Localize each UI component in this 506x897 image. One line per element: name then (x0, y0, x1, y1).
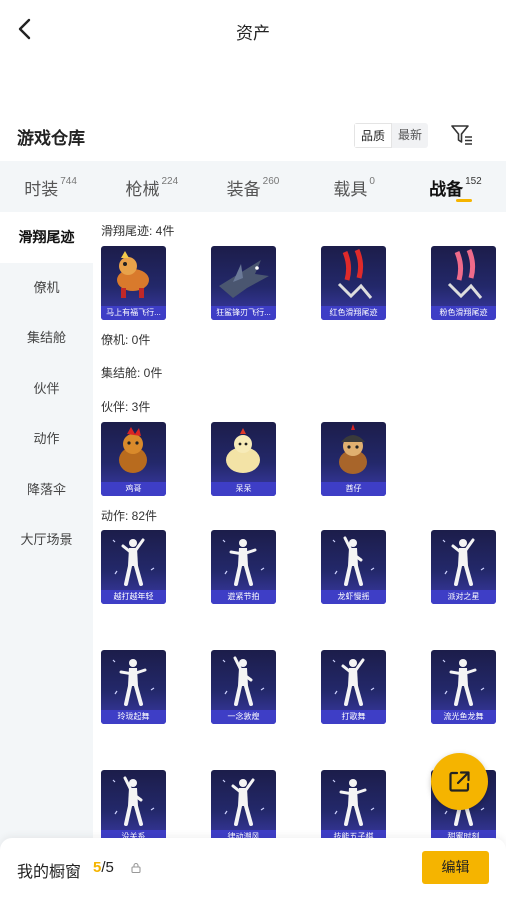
item-card[interactable]: 遊紧节拍 (211, 530, 276, 604)
item-card[interactable]: 红色滑翔尾迹 (321, 246, 386, 320)
dancer-emote-icon (112, 538, 155, 586)
item-label: 玲珑起舞 (101, 710, 166, 724)
share-fab[interactable] (431, 753, 488, 810)
tab-count: 224 (161, 176, 179, 188)
item-card[interactable]: 派对之星 (431, 530, 496, 604)
tab-count: 260 (262, 176, 280, 188)
item-label: 狂鲨锋刃飞行... (211, 306, 276, 320)
pink-trail-icon (447, 249, 483, 299)
item-label: 马上有福飞行... (101, 306, 166, 320)
sidebar-item-glide-trail[interactable]: 滑翔尾迹 (0, 212, 93, 263)
showcase-bar: 我的橱窗 5/5 编辑 (0, 838, 506, 897)
dancer-emote-icon (222, 539, 265, 586)
showcase-label: 我的橱窗 (17, 864, 82, 881)
active-tab-indicator (456, 199, 473, 202)
dancer-emote-icon (222, 656, 265, 706)
item-card[interactable]: 打歌舞 (321, 650, 386, 724)
filter-icon[interactable] (450, 123, 474, 147)
sidebar-item-partner[interactable]: 伙伴 (0, 364, 93, 415)
sidebar-item-emote[interactable]: 动作 (0, 414, 93, 465)
tab-vehicles[interactable]: 载具 0 (304, 161, 405, 212)
item-card[interactable]: 越打越年轻 (101, 530, 166, 604)
edit-button[interactable]: 编辑 (422, 851, 489, 884)
dancer-emote-icon (332, 658, 375, 706)
tab-equipment[interactable]: 装备 260 (202, 161, 303, 212)
assets-page: 资产 游戏仓库 品质 最新 时装 744 枪械 224 装备 260 载具 0 战备 15… (0, 0, 506, 897)
item-label: 粉色滑翔尾迹 (431, 306, 496, 320)
chick-partner-icon (226, 428, 260, 473)
item-label: 一念敦煌 (211, 710, 276, 724)
tab-battle-prep[interactable]: 战备 152 (405, 161, 506, 212)
showcase-count-total: /5 (101, 859, 114, 876)
dancer-emote-icon (222, 778, 265, 826)
item-label: 呆呆 (211, 482, 276, 496)
dancer-emote-icon (332, 536, 375, 586)
item-label: 龙虾慢摇 (321, 590, 386, 604)
lock-icon (131, 862, 141, 873)
item-label: 遊紧节拍 (211, 590, 276, 604)
page-title: 资产 (236, 24, 270, 43)
warehouse-title: 游戏仓库 (17, 129, 85, 148)
helmet-partner-icon (339, 424, 367, 474)
dancer-emote-icon (442, 659, 485, 706)
sidebar-item-lobby-scene[interactable]: 大厅场景 (0, 515, 93, 566)
tab-count: 152 (465, 176, 482, 188)
sidebar-item-parachute[interactable]: 降落伞 (0, 465, 93, 516)
item-card[interactable]: 呆呆 (211, 422, 276, 496)
tab-label: 装备 (226, 180, 261, 199)
item-card[interactable]: 狂鲨锋刃飞行... (211, 246, 276, 320)
item-card[interactable]: 鸡哥 (101, 422, 166, 496)
group-header-partner: 伙伴: 3件 (101, 400, 151, 414)
item-label: 红色滑翔尾迹 (321, 306, 386, 320)
sort-newest-option[interactable]: 最新 (392, 123, 428, 148)
item-label: 打歌舞 (321, 710, 386, 724)
header: 资产 (0, 0, 506, 60)
sort-toggle: 品质 最新 (354, 123, 429, 148)
sidebar-item-wingman[interactable]: 僚机 (0, 263, 93, 314)
item-card[interactable]: 玲珑起舞 (101, 650, 166, 724)
tab-label: 枪械 (125, 180, 160, 199)
tab-guns[interactable]: 枪械 224 (101, 161, 202, 212)
tab-label: 战备 (429, 180, 464, 199)
dancer-emote-icon (442, 538, 485, 586)
red-trail-icon (337, 249, 373, 299)
tab-label: 时装 (24, 180, 59, 199)
group-header-wingman: 僚机: 0件 (101, 333, 151, 347)
tab-count: 744 (60, 176, 77, 188)
tab-count: 0 (369, 176, 375, 188)
item-label: 酋仔 (321, 482, 386, 496)
item-card[interactable]: 酋仔 (321, 422, 386, 496)
sidebar: 滑翔尾迹 僚机 集结舱 伙伴 动作 降落伞 大厅场景 (0, 212, 93, 897)
group-header-glide: 滑翔尾迹: 4件 (101, 224, 175, 238)
dancer-emote-icon (332, 779, 375, 826)
dancer-emote-icon (112, 659, 155, 706)
shark-trail-icon (219, 260, 269, 298)
item-card[interactable]: 流光鱼龙舞 (431, 650, 496, 724)
tab-fashion[interactable]: 时装 744 (0, 161, 101, 212)
item-card[interactable]: 没关系 (101, 770, 166, 844)
item-card[interactable]: 马上有福飞行... (101, 246, 166, 320)
item-card[interactable]: 一念敦煌 (211, 650, 276, 724)
item-label: 越打越年轻 (101, 590, 166, 604)
horse-trail-icon (117, 251, 149, 298)
item-card[interactable]: 律动潮风 (211, 770, 276, 844)
rooster-partner-icon (119, 427, 147, 473)
external-link-icon (449, 771, 470, 792)
dancer-emote-icon (112, 776, 155, 826)
item-card[interactable]: 粉色滑翔尾迹 (431, 246, 496, 320)
sidebar-item-capsule[interactable]: 集结舱 (0, 313, 93, 364)
item-label: 派对之星 (431, 590, 496, 604)
category-tabs: 时装 744 枪械 224 装备 260 载具 0 战备 152 (0, 161, 506, 212)
showcase-count: 5/5 (93, 859, 114, 876)
group-header-emote: 动作: 82件 (101, 509, 158, 523)
item-card[interactable]: 龙虾慢摇 (321, 530, 386, 604)
sort-quality-option[interactable]: 品质 (354, 123, 393, 148)
group-header-capsule: 集结舱: 0件 (101, 366, 163, 380)
item-label: 流光鱼龙舞 (431, 710, 496, 724)
tab-label: 载具 (333, 180, 368, 199)
item-label: 鸡哥 (101, 482, 166, 496)
item-card[interactable]: 技能五子棋 (321, 770, 386, 844)
